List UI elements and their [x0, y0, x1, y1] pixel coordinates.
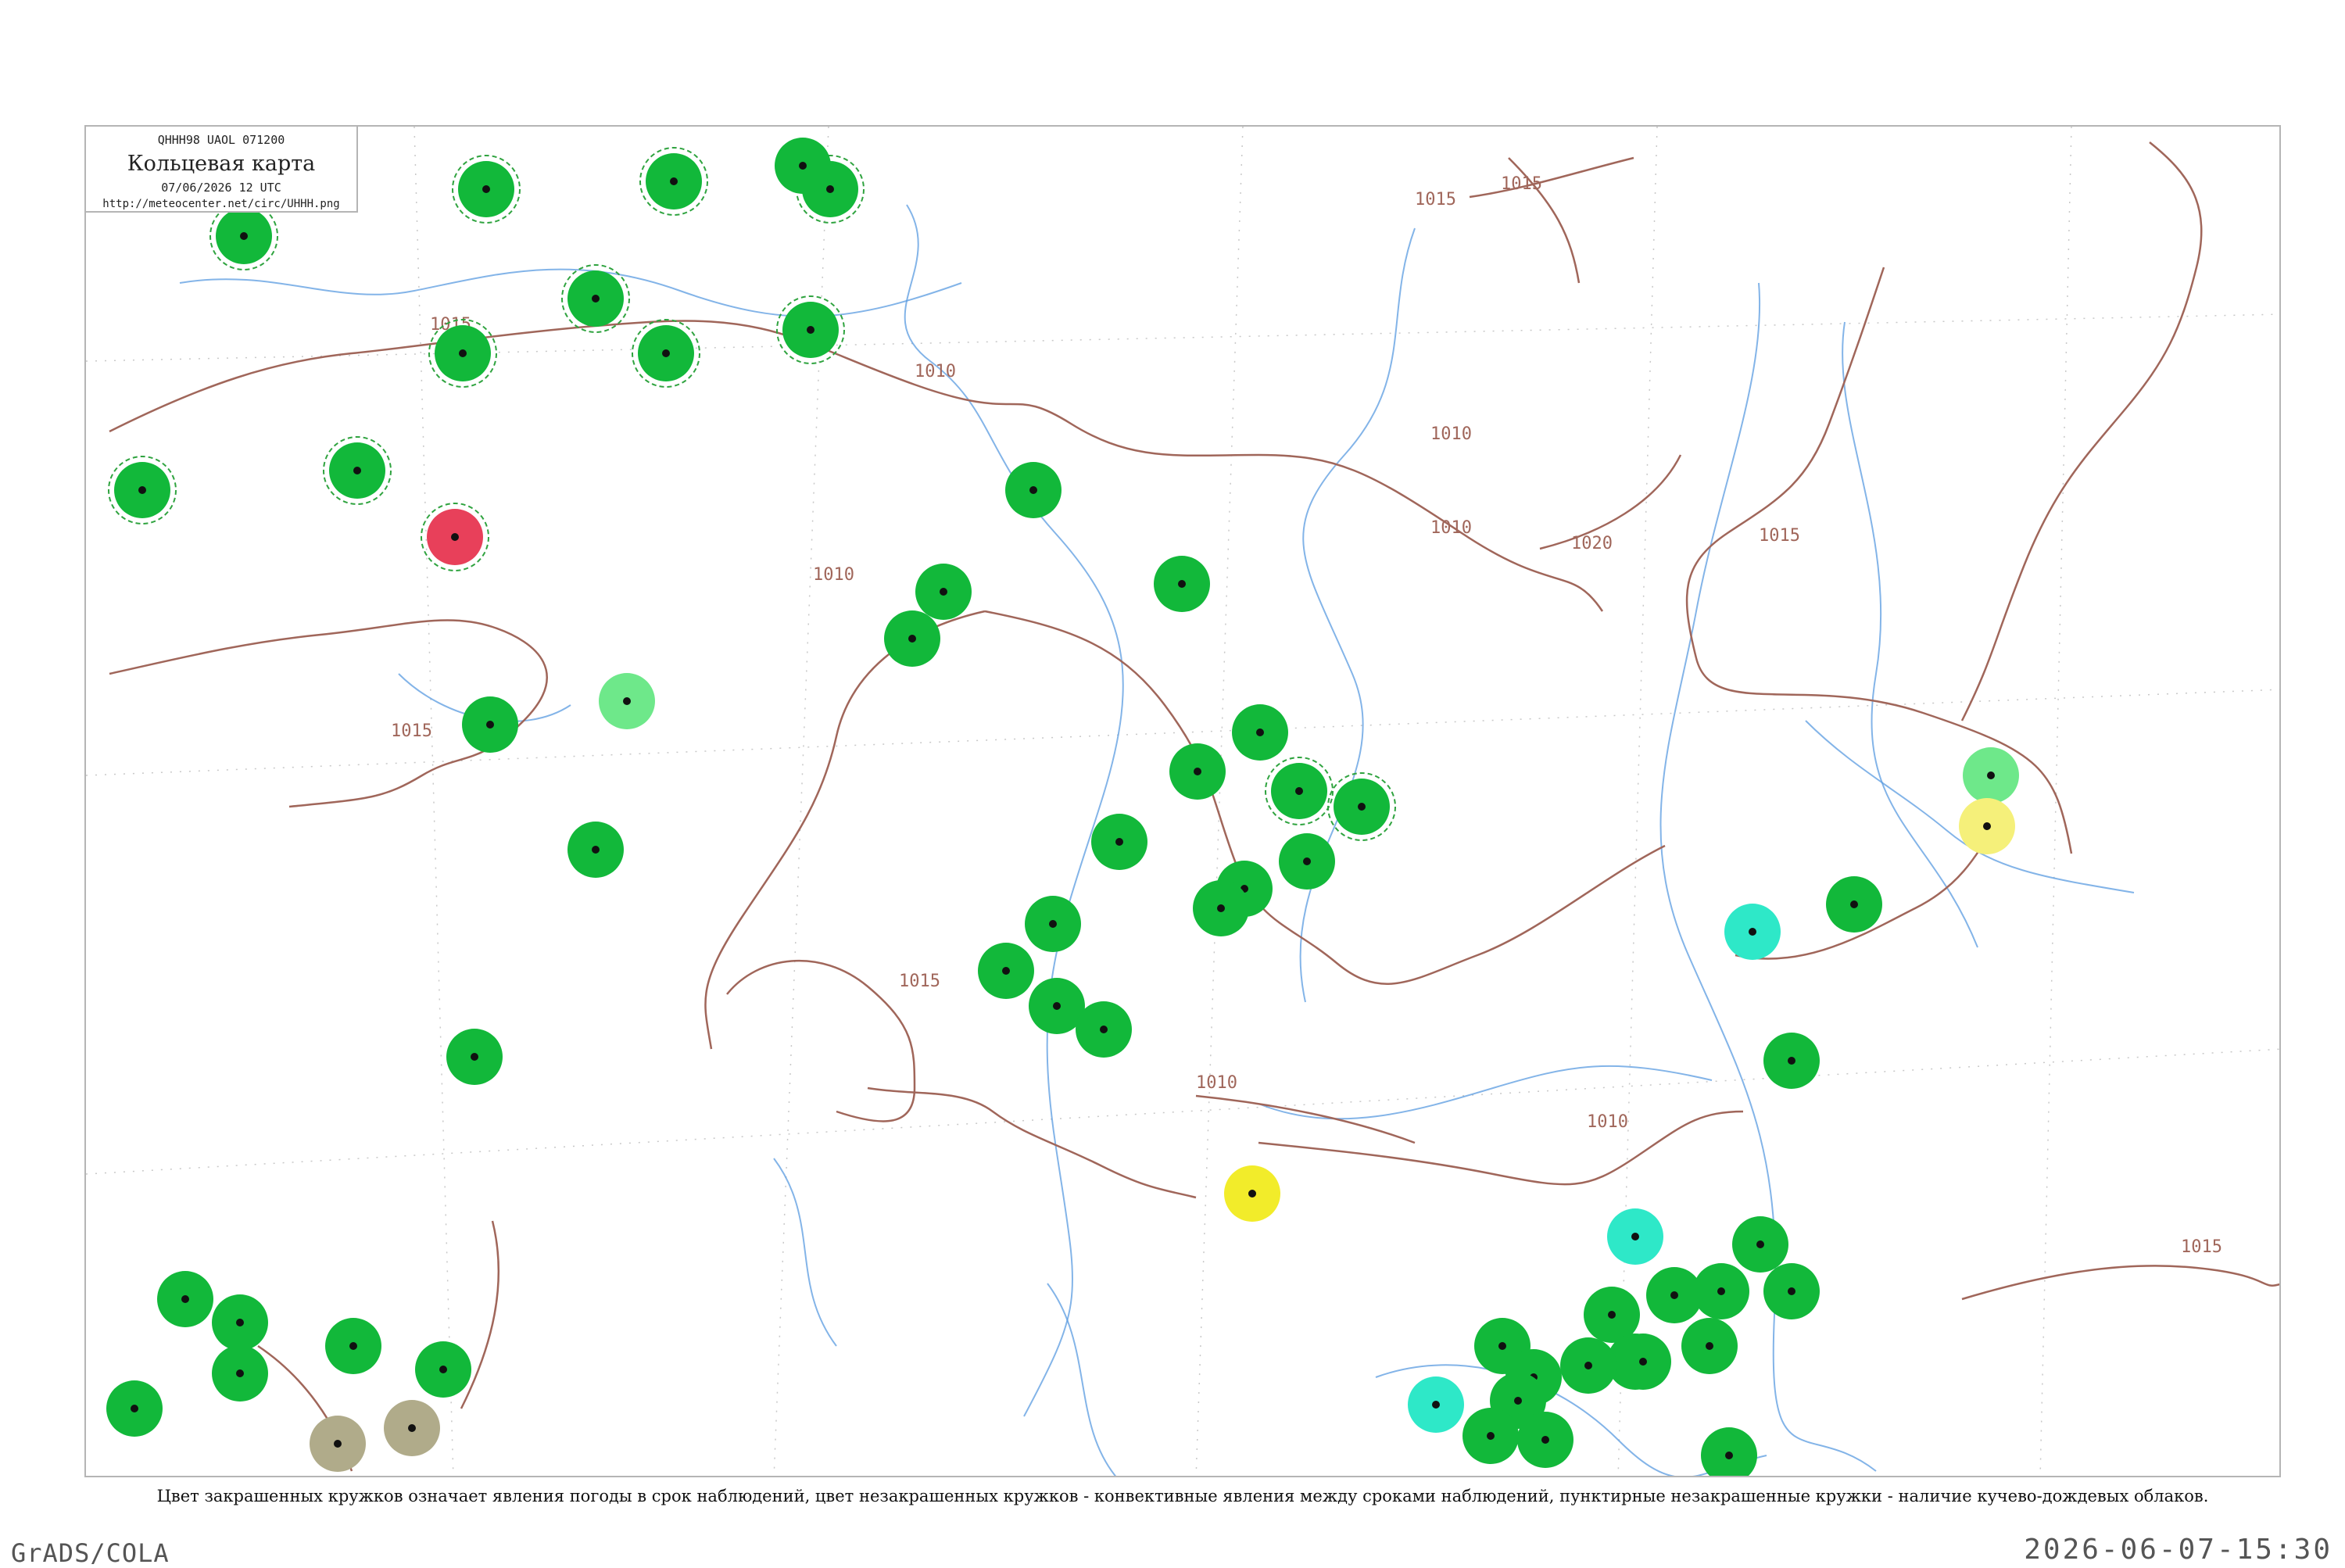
station-dot: [1608, 1311, 1616, 1319]
station-dot: [1788, 1287, 1795, 1295]
station-dot: [1049, 920, 1057, 928]
station-dot: [1717, 1287, 1725, 1295]
station-dot: [181, 1295, 189, 1303]
station-dot: [1217, 904, 1225, 912]
station-dot: [1053, 1002, 1061, 1010]
station-dot: [439, 1366, 447, 1373]
station-dot: [334, 1440, 342, 1448]
station-dot: [1178, 580, 1186, 588]
station-dot: [1706, 1342, 1713, 1350]
station-dot: [1248, 1190, 1256, 1197]
title-box: QHHH98 UAOL 071200 Кольцевая карта 07/06…: [84, 125, 358, 213]
isobar-label: 1010: [813, 565, 854, 585]
station-dot: [1850, 900, 1858, 908]
station-dot: [459, 349, 467, 357]
station-dot: [482, 185, 490, 193]
station-dot: [349, 1342, 357, 1350]
synoptic-map: 1015 1015 1015 1010 1010 1010 1010 1015 1015 1020…: [86, 127, 2279, 1476]
station-dot: [1303, 857, 1311, 865]
station-dot: [623, 697, 631, 705]
isobar-label: 1010: [1196, 1073, 1237, 1093]
station-dot: [1002, 967, 1010, 975]
source-url[interactable]: http://meteocenter.net/circ/UHHH.png: [86, 198, 356, 210]
station-dot: [1756, 1240, 1764, 1248]
footer-software: GrADS/COLA: [11, 1538, 170, 1568]
station-dot: [236, 1369, 244, 1377]
station-dot: [1029, 486, 1037, 494]
isobar-label: 1015: [899, 972, 940, 991]
station-dot: [451, 533, 459, 541]
isobar-label: 1010: [915, 362, 956, 381]
station-dot: [1115, 838, 1123, 846]
isobars: [109, 141, 2279, 1472]
isobar-label: 1010: [1430, 518, 1472, 538]
station-dot: [1639, 1358, 1647, 1366]
bulletin-header: QHHH98 UAOL 071200: [157, 133, 285, 147]
station-dot: [1670, 1291, 1678, 1299]
station-dot: [1498, 1342, 1506, 1350]
isobar-label: 1015: [1759, 526, 1800, 546]
station-dot: [1983, 822, 1991, 830]
map-title: Кольцевая карта: [127, 152, 316, 176]
station-dot: [131, 1405, 138, 1412]
isobar-label: 1010: [1587, 1112, 1628, 1132]
station-dot: [471, 1053, 478, 1061]
graticule: [86, 127, 2279, 1476]
footer-timestamp: 2026-06-07-15:30: [2024, 1534, 2332, 1566]
station-dot: [1788, 1057, 1795, 1065]
station-dot: [1584, 1362, 1592, 1369]
isobar-label: 1015: [1501, 174, 1542, 194]
station-dot: [670, 177, 678, 185]
station-dot: [1358, 803, 1366, 811]
legend-caption: Цвет закрашенных кружков означает явлени…: [156, 1487, 2209, 1505]
isobar-label: 1015: [1415, 190, 1456, 209]
station-dot: [662, 349, 670, 357]
map-frame: 1015 1015 1015 1010 1010 1010 1010 1015 1015 1020…: [84, 125, 2281, 1477]
station-dot: [138, 486, 146, 494]
isobar-label: 1015: [2181, 1237, 2222, 1257]
station-dot: [1631, 1233, 1639, 1240]
station-dot: [1749, 928, 1756, 936]
station-dot: [799, 162, 807, 170]
station-dot: [353, 467, 361, 474]
station-dot: [240, 232, 248, 240]
station-dot: [1194, 768, 1201, 775]
isobar-label: 1020: [1571, 534, 1613, 553]
station-dot: [1541, 1436, 1549, 1444]
station-dot: [908, 635, 916, 643]
station-dot: [1725, 1452, 1733, 1459]
station-dot: [1487, 1432, 1495, 1440]
station-dot: [940, 588, 947, 596]
station-dot: [1100, 1026, 1108, 1033]
station-dot: [408, 1424, 416, 1432]
station-dot: [236, 1319, 244, 1326]
rivers: [179, 204, 2135, 1476]
station-dot: [1514, 1397, 1522, 1405]
station-dot: [592, 295, 600, 303]
station-dot: [486, 721, 494, 729]
isobar-label: 1010: [1430, 424, 1472, 444]
station-dot: [1432, 1401, 1440, 1409]
station-dot: [826, 185, 834, 193]
station-dot: [1295, 787, 1303, 795]
stations: [106, 138, 2019, 1476]
station-dot: [807, 326, 814, 334]
station-dot: [1256, 729, 1264, 736]
isobar-label: 1015: [391, 721, 432, 741]
station-dot: [592, 846, 600, 854]
station-dot: [1987, 771, 1995, 779]
map-datetime: 07/06/2026 12 UTC: [161, 181, 281, 195]
